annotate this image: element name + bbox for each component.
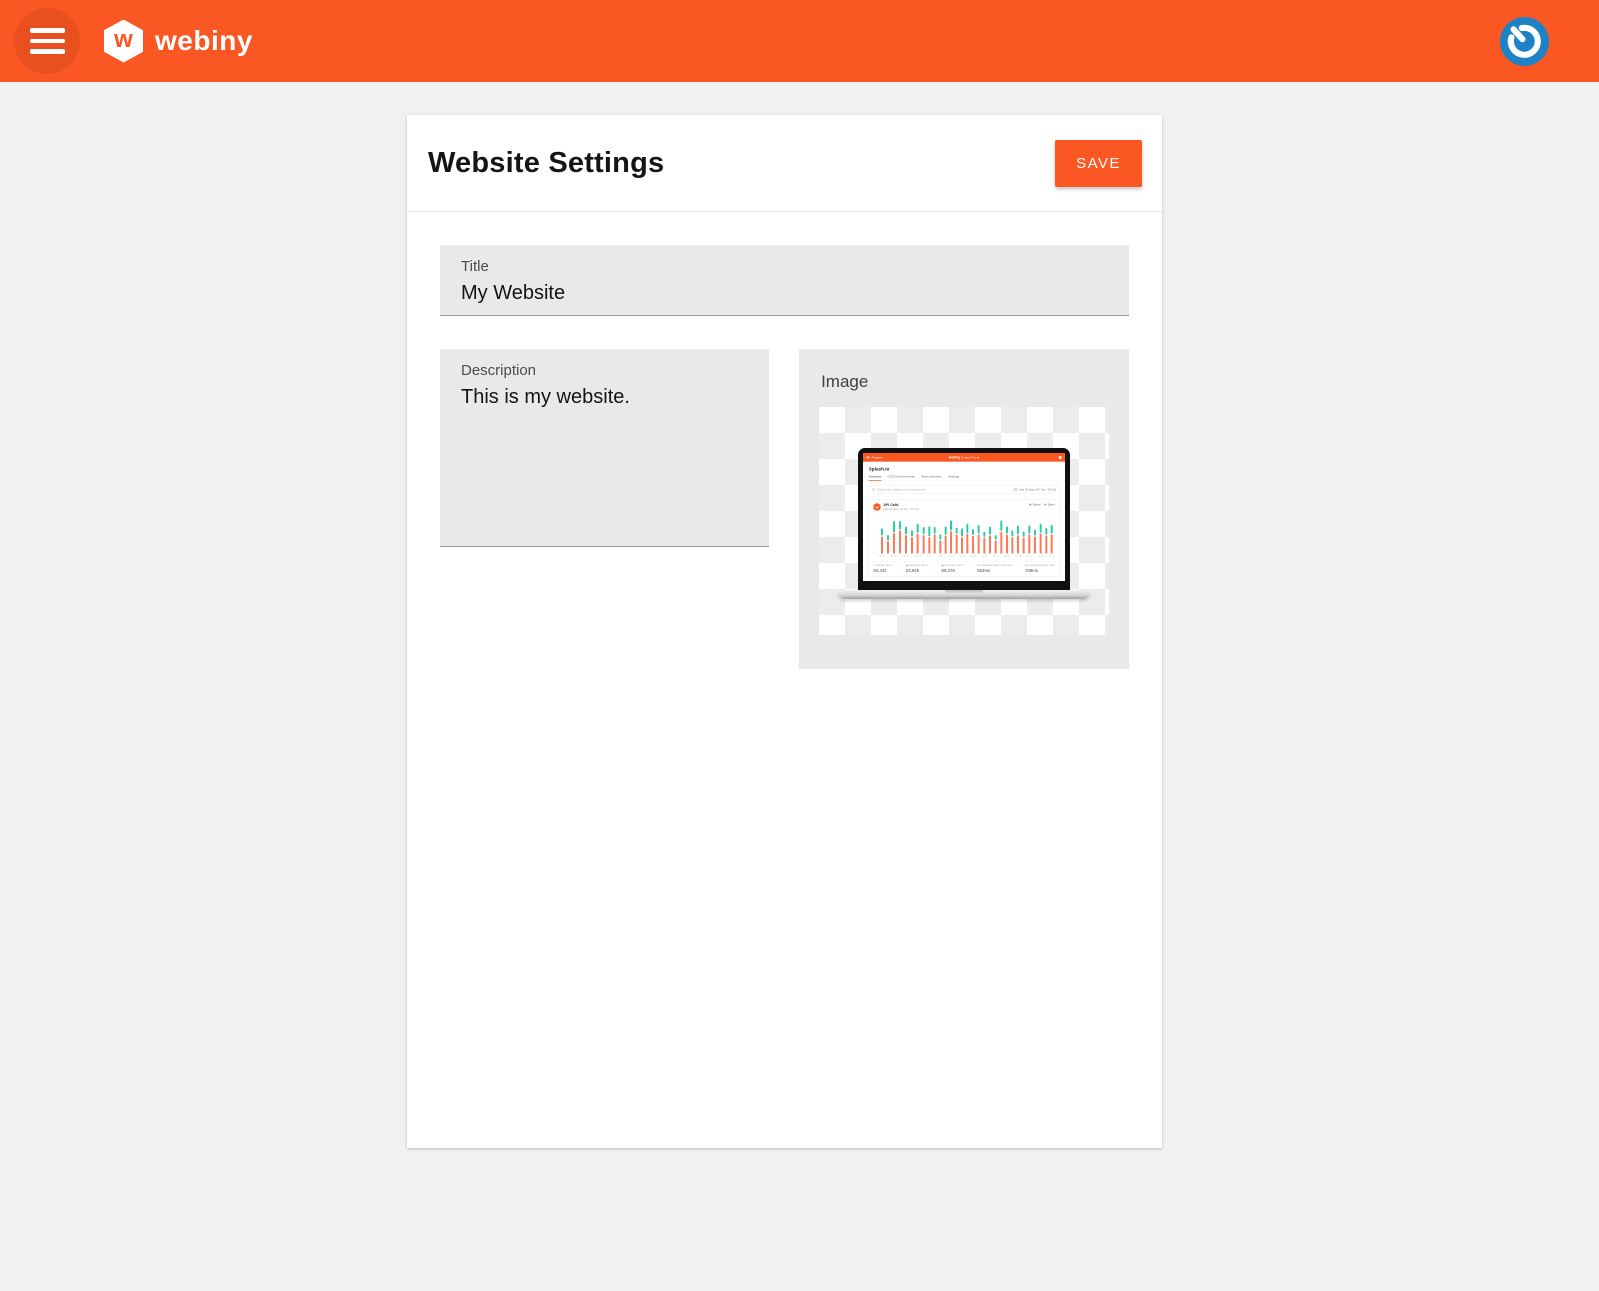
preview-stat: SAVED API CALLS24,945 [906, 564, 928, 573]
preview-search-icon [872, 488, 875, 491]
title-field-value: My Website [461, 282, 1108, 305]
title-field-label: Title [461, 258, 1108, 275]
preview-chart: 24 Jun26 Jun28 Jun30 Jun2 Jul4 Jul6 Jul8… [873, 516, 1054, 560]
description-field[interactable]: Description This is my website. [440, 349, 769, 547]
preview-project-name: Splash.io [869, 466, 1060, 471]
description-field-value: This is my website. [461, 386, 748, 409]
preview-date-filter: Last 30 days (24 Jun - 24 Jul) [1014, 488, 1056, 491]
preview-tab: Overview [869, 475, 882, 480]
webiny-hexagon-icon: w [104, 20, 143, 63]
preview-dashboard: Projects webiny Control Panel Spla [863, 453, 1065, 581]
preview-apicalls-subtitle: Last 30 days (24 Jun - 24 Jul) [883, 508, 918, 511]
preview-tab: CI/CD Environments [888, 475, 915, 480]
gravatar-icon [1500, 17, 1549, 66]
laptop-base [838, 590, 1090, 599]
preview-stat: SPENT API CALLS69,379 [942, 564, 964, 573]
settings-card: Website Settings SAVE Title My Website D… [407, 115, 1162, 1148]
preview-legend-item: Spent [1044, 503, 1054, 506]
app-header: w webiny [0, 0, 1599, 82]
webiny-logo-text: webiny [155, 25, 253, 57]
page: { "colors": { "primary_orange": "#FA5723… [0, 0, 1599, 1291]
settings-form: Title My Website Description This is my … [407, 212, 1162, 702]
preview-stats-row: TOTAL API CALLS94,342 SAVED API CALLS24,9… [873, 561, 1054, 573]
form-row: Description This is my website. Image Pr… [440, 349, 1129, 669]
preview-tab: Team members [921, 475, 942, 480]
laptop-screen: Projects webiny Control Panel Spla [858, 448, 1070, 590]
save-button[interactable]: SAVE [1055, 140, 1142, 187]
laptop-mockup: Projects webiny Control Panel Spla [838, 448, 1090, 599]
image-field: Image Projects webiny [799, 349, 1129, 669]
webiny-logo[interactable]: w webiny [104, 20, 253, 63]
user-avatar[interactable] [1500, 17, 1549, 66]
preview-api-calls-card: w API Calls Last 30 days (24 Jun - 24 Ju… [869, 499, 1060, 576]
preview-stat: TOTAL API CALLS94,342 [873, 564, 892, 573]
settings-card-header: Website Settings SAVE [407, 115, 1162, 212]
preview-topbar-left: Projects [872, 456, 883, 459]
preview-tab: Settings [948, 475, 959, 480]
preview-hamburger-icon [866, 456, 869, 459]
preview-calendar-icon [1014, 488, 1017, 491]
preview-legend-item: Saved [1029, 503, 1040, 506]
preview-stat: API AVERAGE RESPONSE TIME563ms [977, 564, 1011, 573]
preview-user-dot [1059, 456, 1062, 459]
preview-stat: API PEAK RESPONSE TIME769ms [1025, 564, 1055, 573]
title-field[interactable]: Title My Website [440, 245, 1129, 316]
menu-button[interactable] [14, 8, 80, 74]
preview-chart-bar: 24 Jul [1049, 516, 1055, 560]
preview-chart-legend: Saved Spent [1029, 503, 1054, 506]
webiny-hexagon-letter: w [114, 26, 133, 54]
image-upload-preview[interactable]: Projects webiny Control Panel Spla [819, 407, 1109, 635]
page-title: Website Settings [428, 147, 664, 180]
preview-topbar-brand: webiny Control Panel [949, 455, 979, 459]
hamburger-icon [30, 28, 65, 33]
image-field-label: Image [799, 372, 1129, 392]
preview-apicalls-title: API Calls [883, 503, 918, 507]
preview-topbar: Projects webiny Control Panel [863, 453, 1065, 462]
description-field-label: Description [461, 362, 748, 379]
preview-apicalls-icon: w [873, 503, 880, 511]
preview-search-bar: Search for projects or environments Last… [869, 485, 1060, 494]
preview-tabs: Overview CI/CD Environments Team members Se… [869, 475, 1060, 481]
preview-search-placeholder: Search for projects or environments [877, 488, 925, 491]
preview-topbar-user [1059, 456, 1062, 459]
preview-chart-yticks [873, 517, 876, 552]
